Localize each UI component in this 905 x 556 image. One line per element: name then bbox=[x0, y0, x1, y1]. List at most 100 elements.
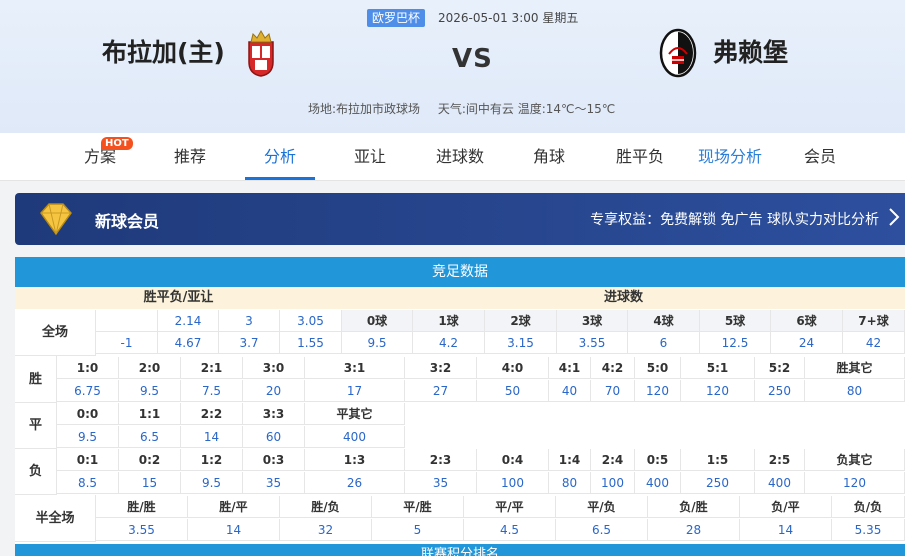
odds-cell[interactable]: 9.5 bbox=[119, 380, 181, 402]
member-banner[interactable]: 新球会员 专享权益：免费解锁 免广告 球队实力对比分析 bbox=[15, 193, 905, 245]
score-head: 1:4 bbox=[549, 449, 591, 471]
odds-cell[interactable]: 6.5 bbox=[556, 519, 648, 541]
member-title: 新球会员 bbox=[95, 212, 160, 231]
league-standings-header: 联赛积分排名 bbox=[15, 544, 905, 556]
odds-cell[interactable]: 120 bbox=[635, 380, 681, 402]
odds-cell[interactable]: 120 bbox=[805, 472, 905, 494]
spf-cell[interactable]: 4.67 bbox=[158, 332, 219, 354]
score-head: 胜/平 bbox=[188, 496, 280, 518]
goal-cell[interactable]: 4.2 bbox=[413, 332, 485, 354]
odds-cell[interactable]: 14 bbox=[740, 519, 832, 541]
odds-cell[interactable]: 35 bbox=[405, 472, 477, 494]
odds-cell[interactable]: 32 bbox=[280, 519, 372, 541]
goal-head: 5球 bbox=[700, 310, 771, 332]
tab-win-draw-lose[interactable]: 胜平负 bbox=[614, 133, 666, 179]
score-head: 平其它 bbox=[305, 403, 405, 425]
goal-cell[interactable]: 12.5 bbox=[700, 332, 771, 354]
odds-cell[interactable]: 8.5 bbox=[57, 472, 119, 494]
odds-cell[interactable]: 17 bbox=[305, 380, 405, 402]
half-full-label: 半全场 bbox=[15, 495, 96, 542]
score-head: 0:3 bbox=[243, 449, 305, 471]
odds-cell[interactable]: 15 bbox=[119, 472, 181, 494]
odds-cell[interactable]: 6.5 bbox=[119, 426, 181, 448]
odds-cell[interactable]: 7.5 bbox=[181, 380, 243, 402]
goal-cell[interactable]: 3.15 bbox=[485, 332, 557, 354]
goal-head: 7+球 bbox=[843, 310, 905, 332]
weather-text: 天气:间中有云 温度:14℃～15℃ bbox=[437, 102, 616, 116]
score-head: 2:2 bbox=[181, 403, 243, 425]
odds-cell[interactable]: 20 bbox=[243, 380, 305, 402]
odds-cell[interactable]: 5.35 bbox=[832, 519, 905, 541]
goal-cell[interactable]: 3.55 bbox=[557, 332, 628, 354]
tab-corners[interactable]: 角球 bbox=[532, 133, 566, 179]
tab-goals[interactable]: 进球数 bbox=[434, 133, 486, 179]
score-head: 5:1 bbox=[681, 357, 755, 379]
score-head: 2:4 bbox=[591, 449, 635, 471]
goal-cell[interactable]: 42 bbox=[843, 332, 905, 354]
odds-cell[interactable]: 6.75 bbox=[57, 380, 119, 402]
odds-cell[interactable]: 35 bbox=[243, 472, 305, 494]
score-head: 4:1 bbox=[549, 357, 591, 379]
lose-label: 负 bbox=[15, 449, 57, 495]
braga-crest-icon[interactable] bbox=[243, 28, 279, 78]
odds-cell[interactable]: 14 bbox=[181, 426, 243, 448]
score-head: 负其它 bbox=[805, 449, 905, 471]
tab-live-analysis[interactable]: 现场分析 bbox=[696, 133, 764, 179]
odds-cell[interactable]: 9.5 bbox=[57, 426, 119, 448]
odds-cell[interactable]: 14 bbox=[188, 519, 280, 541]
odds-cell[interactable]: 250 bbox=[755, 380, 805, 402]
goal-head: 4球 bbox=[628, 310, 700, 332]
odds-cell[interactable]: 250 bbox=[681, 472, 755, 494]
spf-cell[interactable]: 3.05 bbox=[280, 310, 342, 332]
odds-cell[interactable]: 3.55 bbox=[96, 519, 188, 541]
tab-analysis[interactable]: 分析 bbox=[245, 133, 315, 180]
odds-cell[interactable]: 60 bbox=[243, 426, 305, 448]
win-label: 胜 bbox=[15, 356, 57, 403]
spf-cell[interactable] bbox=[96, 310, 158, 332]
odds-cell[interactable]: 9.5 bbox=[181, 472, 243, 494]
score-head: 1:3 bbox=[305, 449, 405, 471]
chevron-right-icon[interactable] bbox=[887, 206, 901, 228]
odds-cell[interactable]: 4.5 bbox=[464, 519, 556, 541]
odds-cell[interactable]: 5 bbox=[372, 519, 464, 541]
away-team-name[interactable]: 弗赖堡 bbox=[713, 36, 788, 70]
tab-recommend[interactable]: 推荐 bbox=[173, 133, 207, 179]
odds-cell[interactable]: 80 bbox=[549, 472, 591, 494]
score-head: 5:0 bbox=[635, 357, 681, 379]
tab-member[interactable]: 会员 bbox=[803, 133, 837, 179]
spf-cell[interactable]: 1.55 bbox=[280, 332, 342, 354]
odds-cell[interactable]: 80 bbox=[805, 380, 905, 402]
spf-cell[interactable]: 2.14 bbox=[158, 310, 219, 332]
score-head: 5:2 bbox=[755, 357, 805, 379]
tab-asian-handicap[interactable]: 亚让 bbox=[353, 133, 387, 179]
score-head: 3:1 bbox=[305, 357, 405, 379]
home-team-name[interactable]: 布拉加(主) bbox=[102, 36, 225, 70]
odds-cell[interactable]: 400 bbox=[755, 472, 805, 494]
odds-cell[interactable]: 40 bbox=[549, 380, 591, 402]
hot-badge: HOT bbox=[101, 137, 133, 150]
goal-cell[interactable]: 9.5 bbox=[342, 332, 413, 354]
odds-cell[interactable]: 100 bbox=[477, 472, 549, 494]
odds-cell[interactable]: 50 bbox=[477, 380, 549, 402]
goal-cell[interactable]: 6 bbox=[628, 332, 700, 354]
league-badge[interactable]: 欧罗巴杯 bbox=[367, 9, 426, 27]
panel-title: 竞足数据 bbox=[15, 257, 905, 287]
odds-cell[interactable]: 400 bbox=[635, 472, 681, 494]
goal-cell[interactable]: 24 bbox=[771, 332, 843, 354]
score-head: 0:0 bbox=[57, 403, 119, 425]
odds-cell[interactable]: 100 bbox=[591, 472, 635, 494]
odds-cell[interactable]: 400 bbox=[305, 426, 405, 448]
spf-cell[interactable]: 3.7 bbox=[219, 332, 280, 354]
score-head: 平/平 bbox=[464, 496, 556, 518]
spf-cell[interactable]: 3 bbox=[219, 310, 280, 332]
odds-cell[interactable]: 27 bbox=[405, 380, 477, 402]
odds-cell[interactable]: 28 bbox=[648, 519, 740, 541]
freiburg-crest-icon[interactable] bbox=[659, 28, 697, 78]
score-head: 1:2 bbox=[181, 449, 243, 471]
odds-cell[interactable]: 70 bbox=[591, 380, 635, 402]
odds-cell[interactable]: 120 bbox=[681, 380, 755, 402]
spf-cell[interactable]: -1 bbox=[96, 332, 158, 354]
score-head: 1:5 bbox=[681, 449, 755, 471]
score-head: 负/胜 bbox=[648, 496, 740, 518]
odds-cell[interactable]: 26 bbox=[305, 472, 405, 494]
